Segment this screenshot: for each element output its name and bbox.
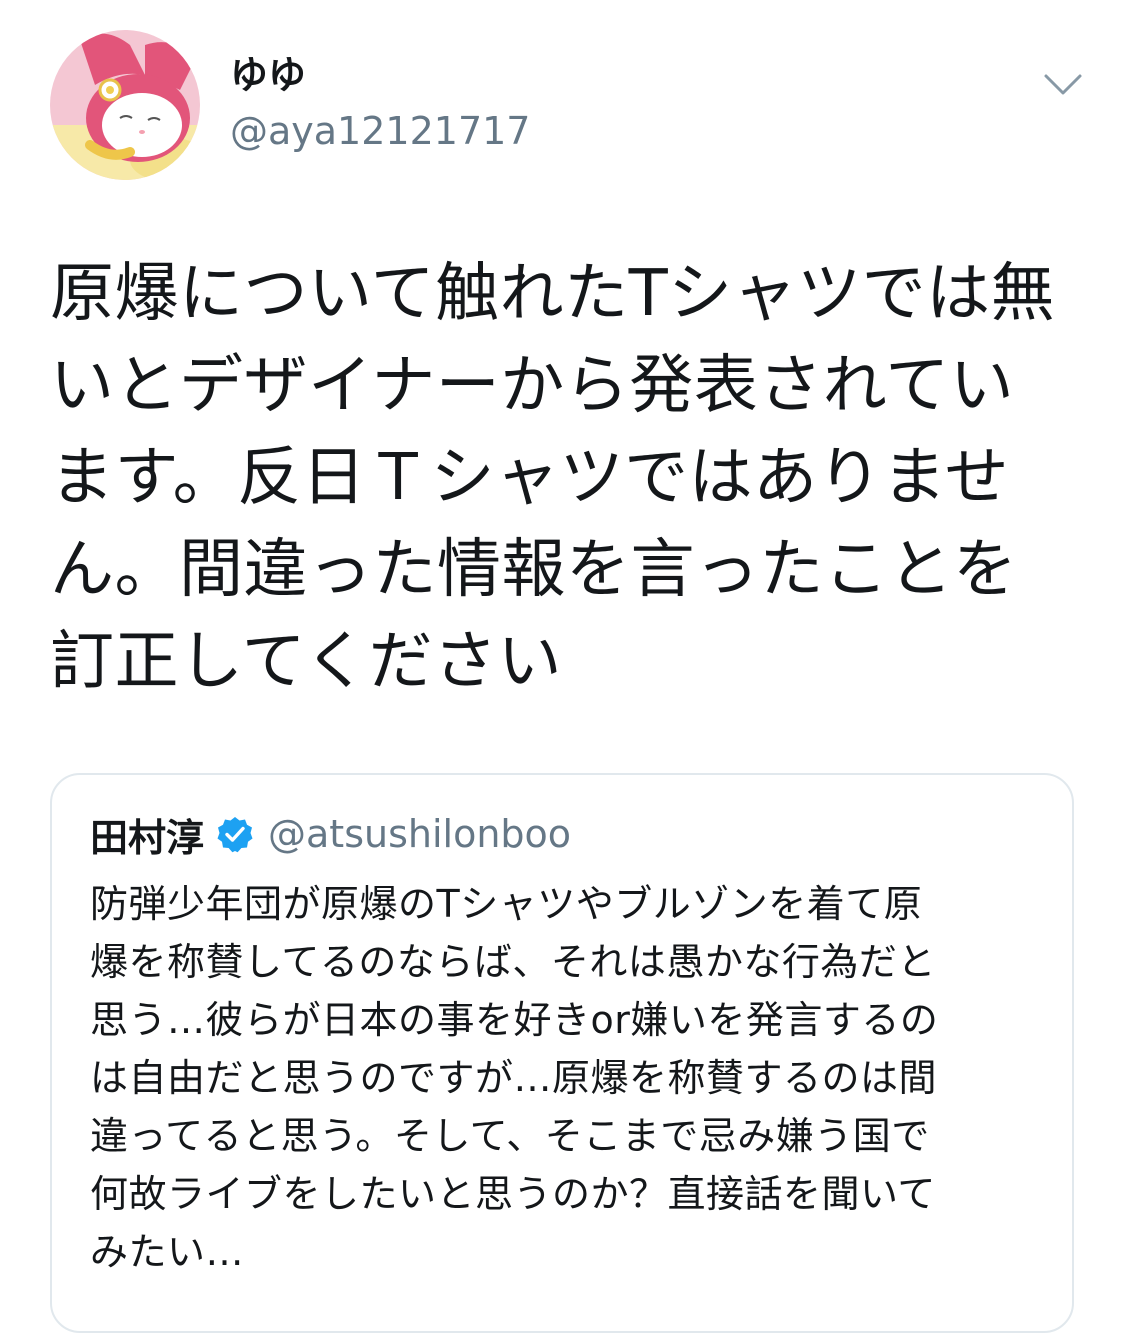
verified-badge-icon — [216, 815, 254, 853]
tweet-menu-button[interactable] — [1040, 66, 1086, 102]
quoted-tweet-text-line: 思う…彼らが日本の事を好きor嫌いを発言するの — [90, 998, 939, 1042]
pink-bunny-character-avatar-icon — [50, 30, 200, 180]
author-avatar[interactable] — [50, 30, 200, 180]
tweet-text-line: ん。間違った情報を言ったことを — [50, 533, 1018, 607]
quoted-author-display-name: 田村淳 — [90, 815, 205, 860]
quoted-tweet-text: 防弾少年団が原爆のTシャツやブルゾンを着て原 爆を称賛してるのならば、それは愚か… — [90, 875, 1050, 1281]
tweet-text-line: 訂正してください — [50, 625, 563, 699]
quoted-tweet-text-line: 何故ライブをしたいと思うのか？直接話を聞いて — [90, 1172, 936, 1216]
tweet-text-line: ます。反日Ｔシャツではありませ — [50, 441, 1010, 515]
quoted-tweet-text-line: みたい… — [90, 1230, 245, 1274]
author-handle[interactable]: @aya12121717 — [230, 106, 530, 156]
author-display-name[interactable]: ゆゆ — [230, 50, 306, 100]
quoted-tweet-header: 田村淳 @atsushilonboo — [90, 809, 572, 860]
quoted-tweet-text-line: は自由だと思うのですが…原爆を称賛するのは間 — [90, 1056, 938, 1100]
quoted-tweet-text-line: 違ってると思う。そして、そこまで忌み嫌う国で — [90, 1114, 930, 1158]
quoted-author-handle: @atsushilonboo — [268, 812, 572, 856]
tweet-text-line: 原爆について触れたTシャツでは無 — [50, 257, 1056, 331]
quoted-tweet-card[interactable]: 田村淳 @atsushilonboo 防弾少年団が原爆のTシャツやブルゾンを着て… — [50, 773, 1074, 1333]
quoted-tweet-text-line: 爆を称賛してるのならば、それは愚かな行為だと — [90, 940, 936, 984]
tweet-text: 原爆について触れたTシャツでは無 いとデザイナーから発表されてい ます。反日Ｔシ… — [50, 248, 1090, 708]
tweet-text-line: いとデザイナーから発表されてい — [50, 349, 1015, 423]
quoted-tweet-text-line: 防弾少年団が原爆のTシャツやブルゾンを着て原 — [90, 882, 923, 926]
chevron-down-icon — [1044, 74, 1082, 95]
